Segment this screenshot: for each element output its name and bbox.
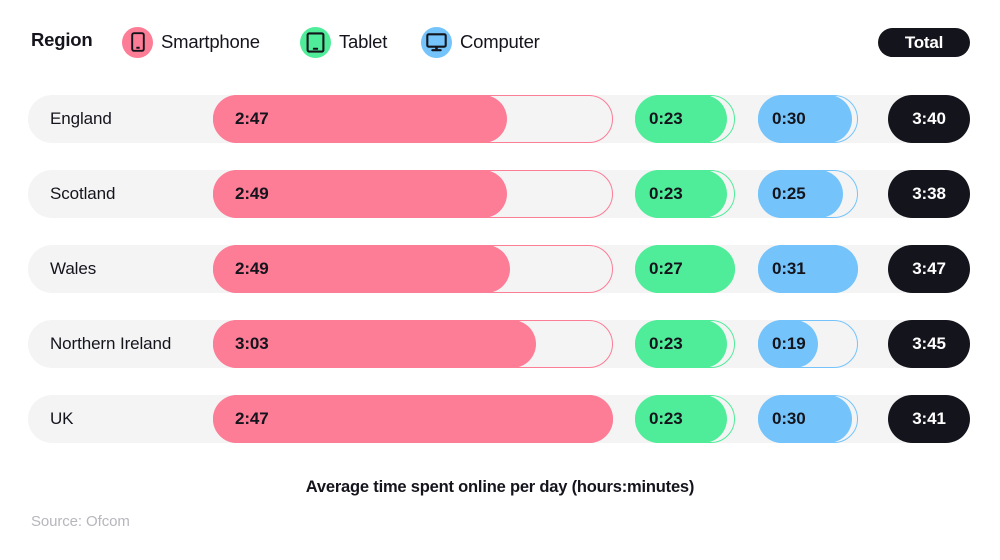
- bar-value-tablet: 0:23: [649, 184, 683, 203]
- bar-fill-tablet[interactable]: 0:27: [635, 245, 735, 293]
- bar-fill-tablet[interactable]: 0:23: [635, 95, 727, 143]
- bar-value-computer: 0:25: [772, 184, 806, 203]
- bar-group-smartphone: 2:49: [213, 245, 613, 293]
- bar-value-tablet: 0:23: [649, 334, 683, 353]
- row-label-region: Wales: [50, 259, 97, 278]
- table-row: England 2:47 0:23 0:30 3:40: [28, 95, 970, 143]
- table-row: UK 2:47 0:23 0:30 3:41: [28, 395, 970, 443]
- row-label-region: Northern Ireland: [50, 334, 172, 353]
- bar-fill-smartphone[interactable]: 3:03: [213, 320, 536, 368]
- bar-value-computer: 0:19: [772, 334, 806, 353]
- bar-value-computer: 0:30: [772, 409, 806, 428]
- bar-group-smartphone: 2:47: [213, 395, 613, 443]
- bar-group-computer: 0:31: [758, 245, 858, 293]
- bar-group-tablet: 0:23: [635, 170, 735, 218]
- bar-group-computer: 0:30: [758, 95, 858, 143]
- bar-fill-computer[interactable]: 0:30: [758, 95, 852, 143]
- bar-fill-smartphone[interactable]: 2:47: [213, 95, 507, 143]
- bar-value-smartphone: 3:03: [235, 334, 269, 353]
- bar-fill-tablet[interactable]: 0:23: [635, 395, 727, 443]
- bar-group-smartphone: 2:47: [213, 95, 613, 143]
- bar-value-smartphone: 2:49: [235, 259, 269, 278]
- bar-group-smartphone: 2:49: [213, 170, 613, 218]
- row-label-region: Scotland: [50, 184, 116, 203]
- bar-group-smartphone: 3:03: [213, 320, 613, 368]
- bar-fill-tablet[interactable]: 0:23: [635, 320, 727, 368]
- bar-value-smartphone: 2:47: [235, 409, 269, 428]
- row-total-pill: 3:40: [888, 95, 970, 143]
- bar-fill-computer[interactable]: 0:31: [758, 245, 858, 293]
- row-total-pill: 3:38: [888, 170, 970, 218]
- bar-group-computer: 0:25: [758, 170, 858, 218]
- bar-group-tablet: 0:23: [635, 395, 735, 443]
- row-label-region: England: [50, 109, 112, 128]
- bar-value-smartphone: 2:49: [235, 184, 269, 203]
- bar-fill-smartphone[interactable]: 2:49: [213, 245, 510, 293]
- bar-group-computer: 0:30: [758, 395, 858, 443]
- bar-value-smartphone: 2:47: [235, 109, 269, 128]
- bar-fill-computer[interactable]: 0:30: [758, 395, 852, 443]
- table-row: Northern Ireland 3:03 0:23 0:19 3:45: [28, 320, 970, 368]
- bar-fill-tablet[interactable]: 0:23: [635, 170, 727, 218]
- chart-caption: Average time spent online per day (hours…: [305, 478, 695, 496]
- bar-group-tablet: 0:27: [635, 245, 735, 293]
- table-row: Scotland 2:49 0:23 0:25 3:38: [28, 170, 970, 218]
- bar-value-tablet: 0:23: [649, 409, 683, 428]
- bar-group-tablet: 0:23: [635, 95, 735, 143]
- chart-rows: England 2:47 0:23 0:30 3:40 Scotland 2:49 0:23 0…: [0, 0, 1000, 470]
- bar-fill-smartphone[interactable]: 2:49: [213, 170, 507, 218]
- row-label-region: UK: [50, 409, 74, 428]
- bar-value-tablet: 0:23: [649, 109, 683, 128]
- bar-fill-computer[interactable]: 0:19: [758, 320, 818, 368]
- row-total-pill: 3:41: [888, 395, 970, 443]
- bar-group-tablet: 0:23: [635, 320, 735, 368]
- bar-fill-smartphone[interactable]: 2:47: [213, 395, 613, 443]
- table-row: Wales 2:49 0:27 0:31 3:47: [28, 245, 970, 293]
- bar-value-computer: 0:31: [772, 259, 806, 278]
- row-total-pill: 3:47: [888, 245, 970, 293]
- bar-group-computer: 0:19: [758, 320, 858, 368]
- bar-value-computer: 0:30: [772, 109, 806, 128]
- row-total-pill: 3:45: [888, 320, 970, 368]
- bar-value-tablet: 0:27: [649, 259, 683, 278]
- chart-source-note: Source: Ofcom: [31, 513, 130, 530]
- bar-fill-computer[interactable]: 0:25: [758, 170, 843, 218]
